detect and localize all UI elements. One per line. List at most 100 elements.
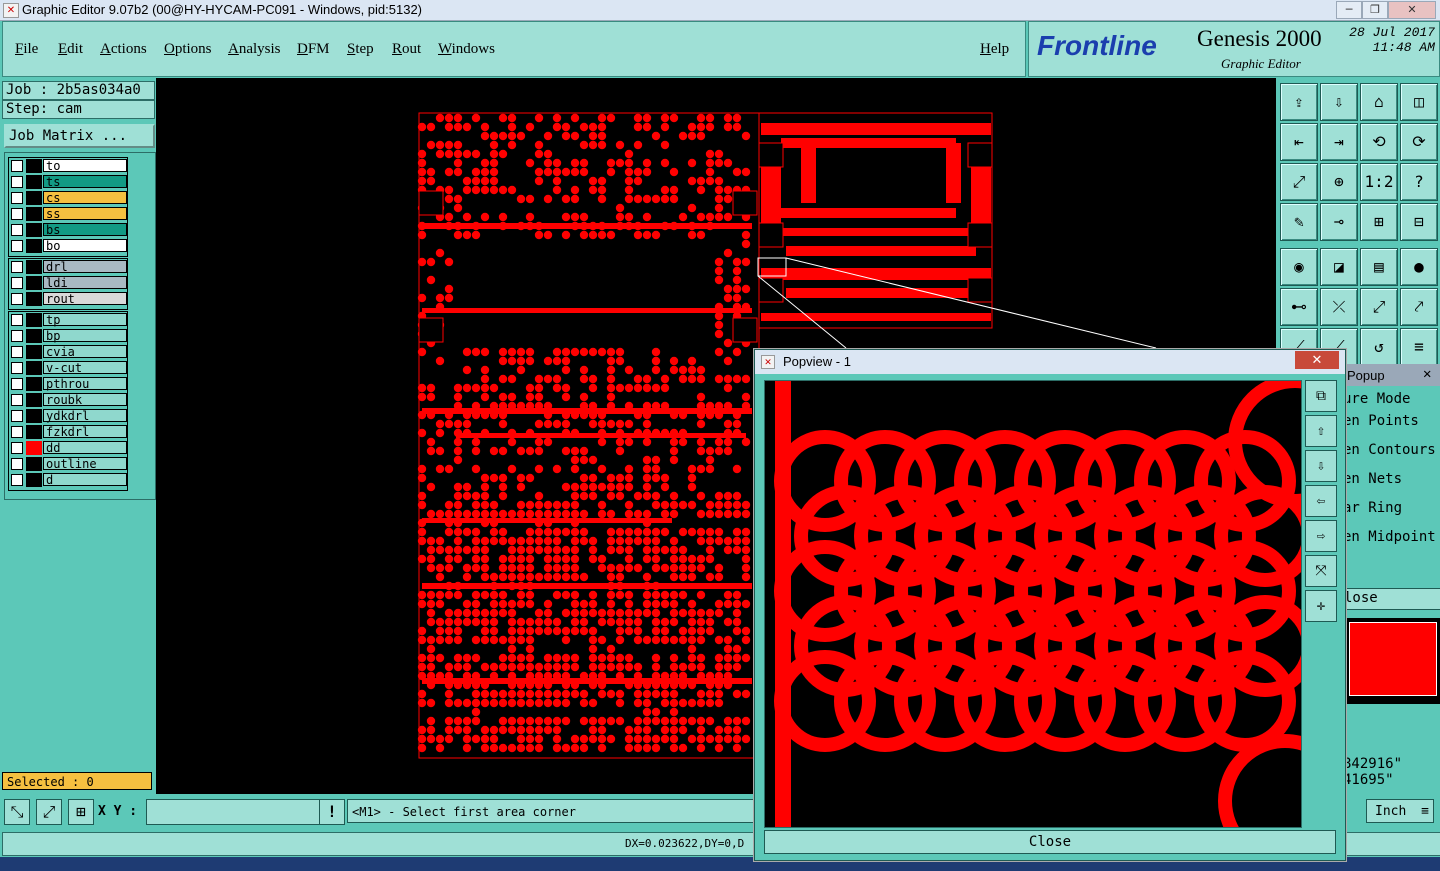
layer-checkbox[interactable] [11, 240, 23, 252]
unit-selector[interactable]: Inch ≡ [1366, 799, 1434, 823]
layer-row-outline[interactable]: outline [11, 457, 127, 471]
popview-close-icon[interactable]: ✕ [1295, 351, 1339, 369]
popup-close-icon[interactable]: ✕ [1423, 366, 1431, 382]
tool-layout-icon[interactable]: ◫ [1400, 83, 1438, 121]
layer-checkbox[interactable] [11, 362, 23, 374]
tool-matrix-icon[interactable]: ⊞ [1360, 203, 1398, 241]
layer-row-bs[interactable]: bs [11, 223, 127, 237]
menu-dfm[interactable]: DFM [297, 41, 330, 58]
tool-redo-icon[interactable]: ⟳ [1400, 123, 1438, 161]
job-matrix-button[interactable]: Job Matrix ... [4, 124, 155, 148]
tool-arc-icon[interactable]: ↺ [1360, 328, 1398, 366]
menu-edit[interactable]: Edit [58, 41, 83, 58]
tool-undo-icon[interactable]: ⟲ [1360, 123, 1398, 161]
layer-row-d[interactable]: d [11, 473, 127, 487]
popup-close-button[interactable]: lose [1343, 588, 1440, 610]
layer-row-to[interactable]: to [11, 159, 127, 173]
layer-row-ss[interactable]: ss [11, 207, 127, 221]
tool-cross-icon[interactable]: ⤫ [1320, 288, 1358, 326]
menu-help[interactable]: Help [980, 41, 1009, 58]
menu-options[interactable]: Options [164, 41, 212, 58]
layer-row-rout[interactable]: rout [11, 292, 127, 306]
layer-checkbox[interactable] [11, 176, 23, 188]
layer-checkbox[interactable] [11, 426, 23, 438]
layer-row-cvia[interactable]: cvia [11, 345, 127, 359]
tool-move-icon[interactable]: ⤢ [1360, 288, 1398, 326]
menu-analysis[interactable]: Analysis [228, 41, 281, 58]
layer-checkbox[interactable] [11, 474, 23, 486]
popup-item-contours[interactable]: en Contours [1343, 442, 1436, 458]
layer-checkbox[interactable] [11, 293, 23, 305]
layer-checkbox[interactable] [11, 208, 23, 220]
layer-row-ydkdrl[interactable]: ydkdrl [11, 409, 127, 423]
tool-save-icon[interactable]: ⇩ [1320, 83, 1358, 121]
zoom-area-icon[interactable]: ⤡ [4, 799, 30, 825]
popview-pan-right-icon[interactable]: ⇨ [1305, 520, 1337, 552]
layer-row-tp[interactable]: tp [11, 313, 127, 327]
layer-checkbox[interactable] [11, 378, 23, 390]
popview-zoom-view[interactable] [764, 380, 1302, 828]
popup-item-nets[interactable]: en Nets [1343, 471, 1402, 487]
layer-row-drl[interactable]: drl [11, 260, 127, 274]
popview-zoom-in-icon[interactable]: ✛ [1305, 590, 1337, 622]
popview-pan-left-icon[interactable]: ⇦ [1305, 485, 1337, 517]
tool-probe-icon[interactable]: ⊸ [1320, 203, 1358, 241]
layer-checkbox[interactable] [11, 458, 23, 470]
alert-icon[interactable]: ! [319, 799, 345, 825]
tool-edit-icon[interactable]: ✎ [1280, 203, 1318, 241]
layer-checkbox[interactable] [11, 346, 23, 358]
tool-fit-icon[interactable]: ⤢ [1280, 163, 1318, 201]
tool-nets-icon[interactable]: ⊷ [1280, 288, 1318, 326]
layer-row-bp[interactable]: bp [11, 329, 127, 343]
minimize-button[interactable]: ─ [1336, 1, 1362, 19]
layer-checkbox[interactable] [11, 394, 23, 406]
popview-fit-icon[interactable]: ⧉ [1305, 380, 1337, 412]
menu-windows[interactable]: Windows [438, 41, 495, 58]
close-window-button[interactable]: ✕ [1388, 1, 1436, 19]
layer-checkbox[interactable] [11, 410, 23, 422]
popview-close-button[interactable]: Close [764, 830, 1336, 854]
tool-ruler-icon[interactable]: ▤ [1360, 248, 1398, 286]
tool-next-icon[interactable]: ⇥ [1320, 123, 1358, 161]
layer-row-pthrou[interactable]: pthrou [11, 377, 127, 391]
tool-circle-icon[interactable]: ◉ [1280, 248, 1318, 286]
layer-checkbox[interactable] [11, 261, 23, 273]
menu-actions[interactable]: Actions [100, 41, 147, 58]
layer-checkbox[interactable] [11, 192, 23, 204]
popview-pan-down-icon[interactable]: ⇩ [1305, 450, 1337, 482]
tool-dot-icon[interactable]: ● [1400, 248, 1438, 286]
xy-input[interactable] [146, 799, 320, 825]
layer-row-ts[interactable]: ts [11, 175, 127, 189]
maximize-button[interactable]: ❐ [1362, 1, 1388, 19]
layer-row-fzkdrl[interactable]: fzkdrl [11, 425, 127, 439]
layer-checkbox[interactable] [11, 277, 23, 289]
tool-open-icon[interactable]: ⌂ [1360, 83, 1398, 121]
tool-rotate-icon[interactable]: ⤤ [1400, 288, 1438, 326]
layer-row-bo[interactable]: bo [11, 239, 127, 253]
popup-item-ring[interactable]: ar Ring [1343, 500, 1402, 516]
layer-row-roubk[interactable]: roubk [11, 393, 127, 407]
menu-rout[interactable]: Rout [392, 41, 421, 58]
tool-matrix2-icon[interactable]: ⊟ [1400, 203, 1438, 241]
layer-checkbox[interactable] [11, 160, 23, 172]
popup-item-capture-mode[interactable]: ure Mode [1343, 391, 1410, 407]
tool-home-icon[interactable]: ⇪ [1280, 83, 1318, 121]
layer-checkbox[interactable] [11, 314, 23, 326]
tool-center-icon[interactable]: ⊕ [1320, 163, 1358, 201]
layer-row-dd[interactable]: dd [11, 441, 127, 455]
popup-item-points[interactable]: en Points [1343, 413, 1419, 429]
layer-row-ldi[interactable]: ldi [11, 276, 127, 290]
popview-zoom-out-icon[interactable]: ⤧ [1305, 555, 1337, 587]
layer-row-cs[interactable]: cs [11, 191, 127, 205]
tool-color-icon[interactable]: ◪ [1320, 248, 1358, 286]
layer-checkbox[interactable] [11, 330, 23, 342]
tool-help-icon[interactable]: ? [1400, 163, 1438, 201]
menu-step[interactable]: Step [347, 41, 374, 58]
layer-checkbox[interactable] [11, 224, 23, 236]
layer-checkbox[interactable] [11, 442, 23, 454]
layer-row-v-cut[interactable]: v-cut [11, 361, 127, 375]
tool-menu-icon[interactable]: ≡ [1400, 328, 1438, 366]
measure-icon[interactable]: ⤢ [36, 799, 62, 825]
tool-prev-icon[interactable]: ⇤ [1280, 123, 1318, 161]
popup-item-midpoint[interactable]: en Midpoint [1343, 529, 1436, 545]
